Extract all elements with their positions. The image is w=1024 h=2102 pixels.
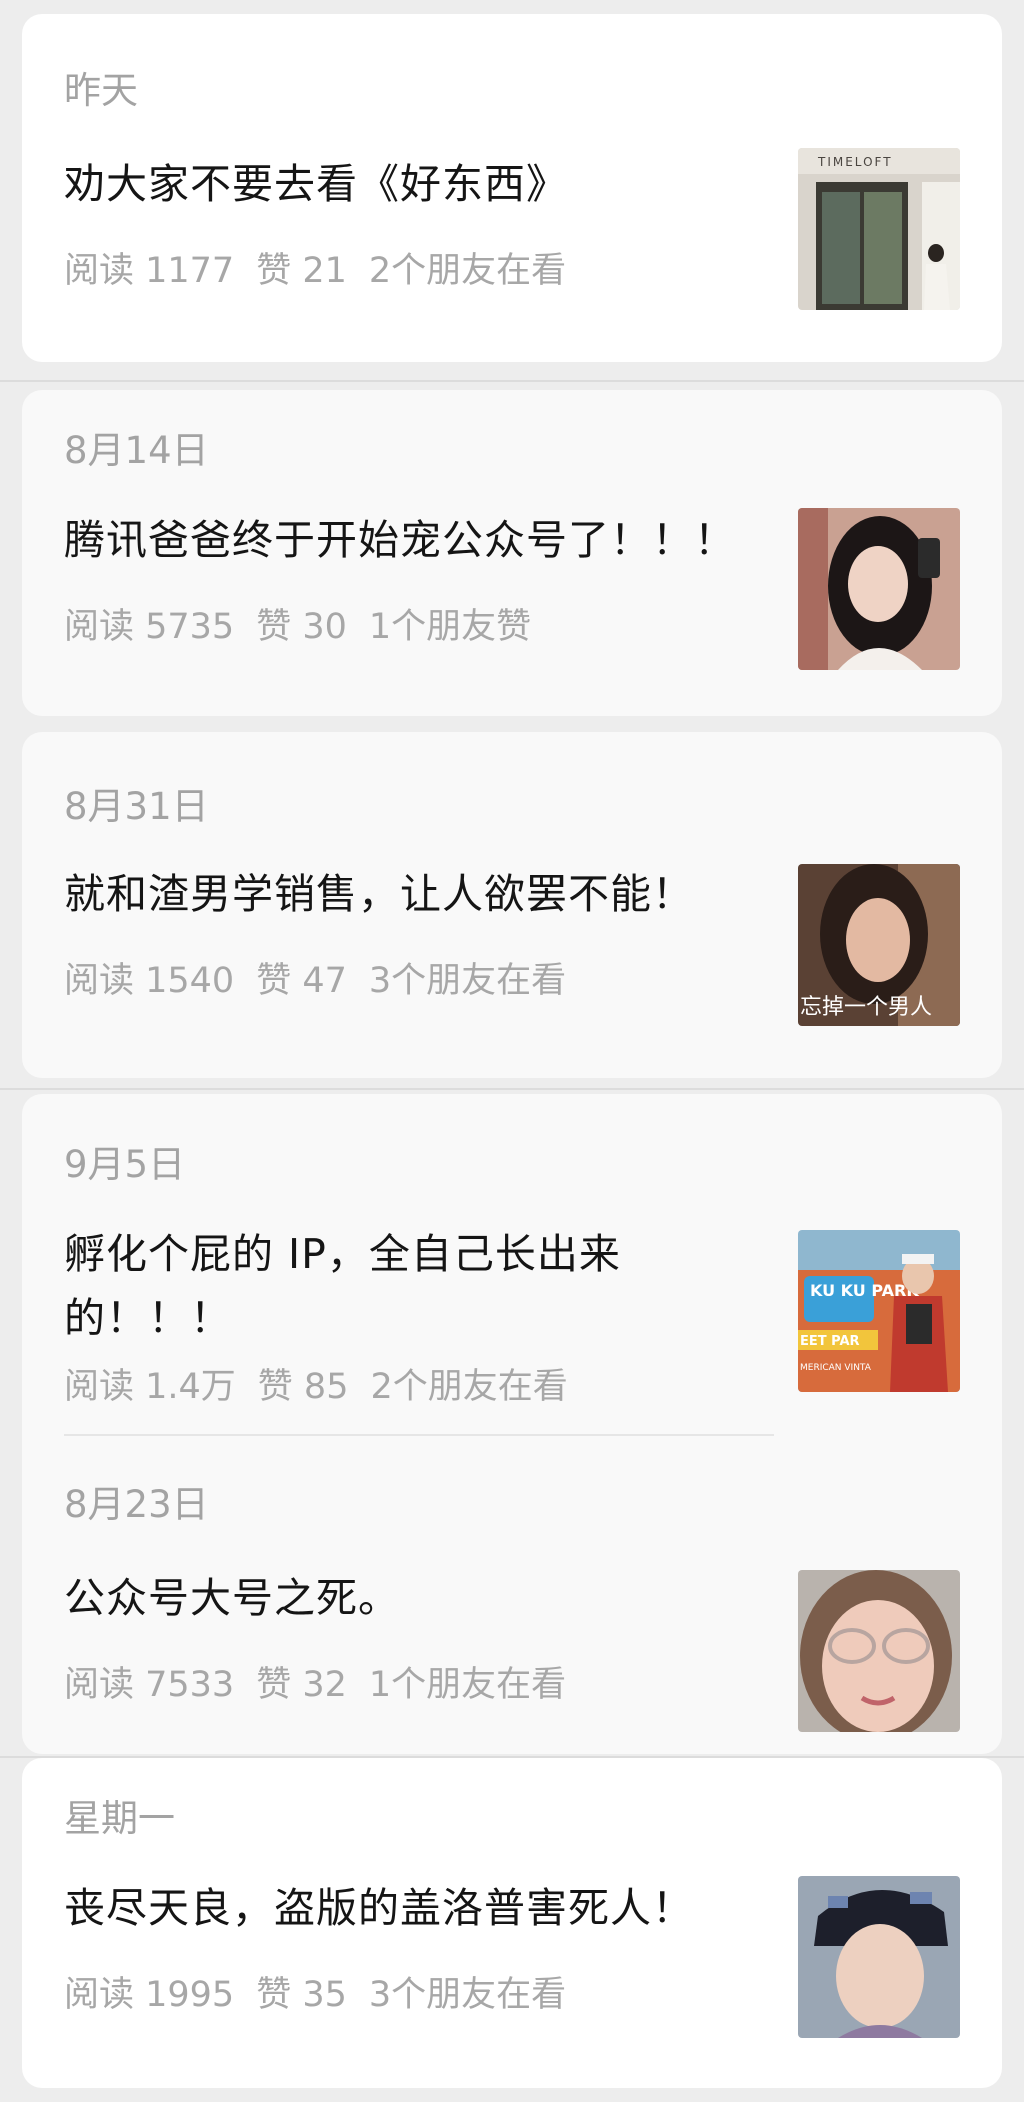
article-date: 9月5日 (64, 1143, 186, 1186)
article-meta: 阅读 1540 赞 47 3个朋友在看 (64, 952, 588, 1003)
article-thumbnail[interactable]: 忘掉一个男人 (798, 864, 960, 1026)
friends-watching: 2个朋友在看 (370, 1367, 568, 1407)
entry-separator (64, 1434, 774, 1436)
article-meta: 阅读 1.4万赞 85 2个朋友在看 (64, 1358, 590, 1409)
article-meta: 阅读 1995 赞 35 3个朋友在看 (64, 1966, 588, 2017)
movie-subtitle-text: 忘掉一个男人 (800, 995, 932, 1020)
article-thumbnail[interactable]: KU KU PARK EET PAR MERICAN VINTA (798, 1230, 960, 1392)
article-thumbnail[interactable] (798, 508, 960, 670)
vintage-sign-text: MERICAN VINTA (800, 1363, 872, 1373)
article-card-1[interactable]: 昨天 劝大家不要去看《好东西》 阅读 1177 赞 21 2个朋友在看 TIMELO… (22, 14, 1002, 362)
article-thumbnail[interactable]: TIMELOFT (798, 148, 960, 310)
article-card-2[interactable]: 8月14日 腾讯爸爸终于开始宠公众号了！！！ 阅读 5735 赞 30 1个朋友赞 (22, 390, 1002, 716)
article-date: 8月14日 (64, 429, 209, 472)
article-title[interactable]: 腾讯爸爸终于开始宠公众号了！！！ (64, 508, 784, 572)
like-count: 赞 30 (256, 607, 347, 647)
article-title[interactable]: 劝大家不要去看《好东西》 (64, 152, 784, 216)
article-title[interactable]: 丧尽天良，盗版的盖洛普害死人！ (64, 1876, 784, 1940)
movie-still-photo-icon: 忘掉一个男人 (798, 864, 960, 1026)
article-history-page: 昨天 劝大家不要去看《好东西》 阅读 1177 赞 21 2个朋友在看 TIMELO… (0, 0, 1024, 2102)
article-thumbnail[interactable] (798, 1876, 960, 2038)
article-card-4[interactable]: 9月5日 孵化个屁的 IP，全自己长出来的！！！ 阅读 1.4万赞 85 2个朋友… (22, 1094, 1002, 1754)
friends-liked: 1个朋友赞 (368, 607, 532, 647)
article-date: 8月31日 (64, 785, 209, 828)
selfie-photo-icon (798, 508, 960, 670)
article-title[interactable]: 孵化个屁的 IP，全自己长出来的！！！ (64, 1222, 704, 1350)
article-title[interactable]: 公众号大号之死。 (64, 1566, 784, 1630)
like-count: 赞 32 (256, 1665, 347, 1705)
like-count: 赞 85 (257, 1367, 349, 1407)
article-date: 8月23日 (64, 1483, 209, 1526)
read-count: 阅读 1.4万 (64, 1367, 236, 1407)
article-meta: 阅读 5735 赞 30 1个朋友赞 (64, 598, 553, 649)
friends-watching: 3个朋友在看 (368, 961, 567, 1001)
article-date: 昨天 (64, 69, 138, 112)
article-card-3[interactable]: 8月31日 就和渣男学销售，让人欲罢不能！ 阅读 1540 赞 47 3个朋友在看 … (22, 732, 1002, 1078)
street-sign-text: EET PAR (800, 1334, 860, 1349)
article-date: 星期一 (64, 1797, 175, 1840)
glasses-portrait-photo-icon (798, 1570, 960, 1732)
section-divider (0, 380, 1024, 382)
like-count: 赞 21 (256, 251, 347, 291)
costume-drama-photo-icon (798, 1876, 960, 2038)
like-count: 赞 35 (256, 1975, 347, 2015)
friends-watching: 2个朋友在看 (368, 251, 567, 291)
read-count: 阅读 1995 (64, 1975, 235, 2015)
read-count: 阅读 1540 (64, 961, 235, 1001)
like-count: 赞 47 (256, 961, 347, 1001)
storefront-sign-text: TIMELOFT (817, 155, 893, 169)
park-sign-photo-icon: KU KU PARK EET PAR MERICAN VINTA (798, 1230, 960, 1392)
read-count: 阅读 1177 (64, 251, 235, 291)
friends-watching: 1个朋友在看 (368, 1665, 567, 1705)
article-card-5[interactable]: 星期一 丧尽天良，盗版的盖洛普害死人！ 阅读 1995 赞 35 3个朋友在看 (22, 1758, 1002, 2088)
read-count: 阅读 5735 (64, 607, 235, 647)
read-count: 阅读 7533 (64, 1665, 235, 1705)
article-meta: 阅读 7533 赞 32 1个朋友在看 (64, 1656, 588, 1707)
storefront-photo-icon: TIMELOFT (798, 148, 960, 310)
friends-watching: 3个朋友在看 (368, 1975, 567, 2015)
article-thumbnail[interactable] (798, 1570, 960, 1732)
section-divider (0, 1088, 1024, 1090)
article-title[interactable]: 就和渣男学销售，让人欲罢不能！ (64, 862, 784, 926)
article-meta: 阅读 1177 赞 21 2个朋友在看 (64, 242, 588, 293)
